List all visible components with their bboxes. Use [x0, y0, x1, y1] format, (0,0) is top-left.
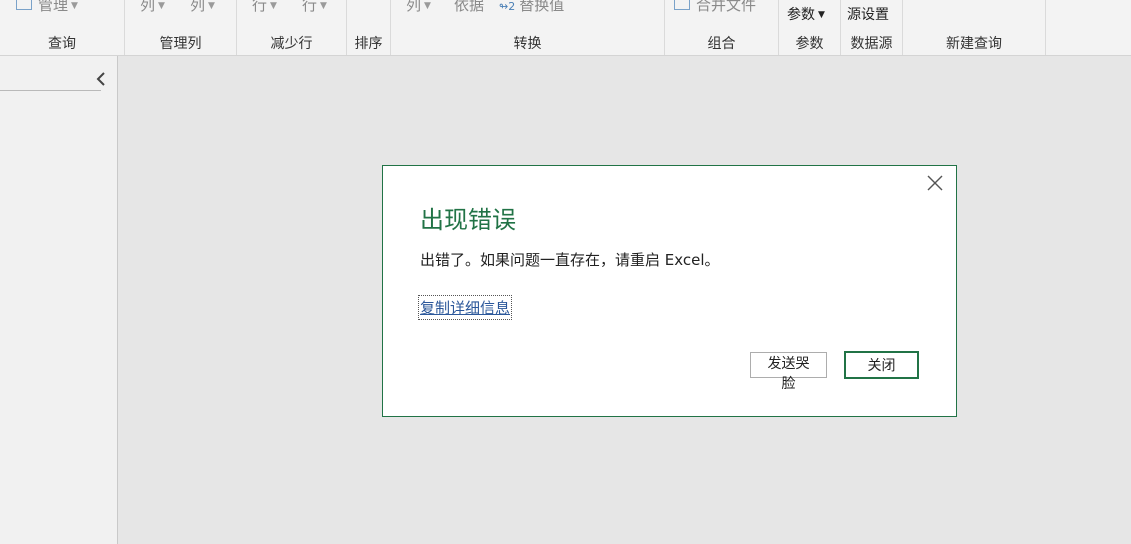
queries-pane-divider [0, 90, 101, 91]
ribbon-group-combine: 合并文件 组合 [665, 0, 779, 55]
close-button[interactable]: 关闭 [844, 351, 919, 379]
table-icon [16, 0, 32, 10]
choose-columns-button[interactable]: 列 ▼ [140, 0, 165, 15]
group-by-button[interactable]: 依据 [454, 0, 484, 15]
remove-columns-button[interactable]: 列 ▼ [190, 0, 215, 15]
dialog-message: 出错了。如果问题一直存在，请重启 Excel。 [420, 251, 720, 269]
combine-files-button[interactable]: 合并文件 [674, 0, 756, 15]
send-frown-button[interactable]: 发送哭脸 [750, 352, 827, 392]
group-title-data-sources: 数据源 [850, 36, 893, 52]
split-column-button[interactable]: 列 ▼ [406, 0, 431, 15]
group-title-reduce-rows: 减少行 [270, 36, 313, 52]
ribbon-group-parameters: 参数 ▼ 参数 [779, 0, 841, 55]
keep-rows-button[interactable]: 行 ▼ [252, 0, 277, 15]
ribbon-group-new-query: 新建查询 [903, 0, 1046, 55]
replace-values-button[interactable]: ↬2 替换值 [499, 0, 564, 15]
dialog-title: 出现错误 [420, 206, 516, 234]
ribbon-group-data-sources: 源设置 数据源 [841, 0, 903, 55]
chevron-down-icon: ▼ [208, 1, 215, 11]
group-title-combine: 组合 [707, 36, 736, 52]
group-title-parameters: 参数 [795, 36, 824, 52]
manage-button[interactable]: 管理 ▼ [16, 0, 78, 15]
group-title-transform: 转换 [513, 36, 542, 52]
chevron-left-icon [96, 72, 105, 86]
remove-rows-button[interactable]: 行 ▼ [302, 0, 327, 15]
group-title-query: 查询 [48, 36, 76, 52]
group-title-sort: 排序 [354, 36, 383, 52]
close-icon [927, 175, 943, 191]
error-dialog: 出现错误 出错了。如果问题一直存在，请重启 Excel。 复制详细信息 发送哭脸… [382, 165, 957, 417]
collapse-pane-button[interactable] [92, 68, 110, 90]
chevron-down-icon: ▼ [270, 1, 277, 11]
chevron-down-icon: ▼ [424, 1, 431, 11]
group-title-new-query: 新建查询 [946, 36, 1002, 52]
combine-files-icon [674, 0, 690, 10]
manage-parameters-button[interactable]: 参数 ▼ [787, 4, 825, 24]
ribbon-group-reduce-rows: 行 ▼ 行 ▼ 减少行 [237, 0, 347, 55]
group-title-manage-columns: 管理列 [159, 36, 202, 52]
copy-details-link[interactable]: 复制详细信息 [417, 295, 513, 320]
replace-values-icon: ↬2 [499, 0, 516, 13]
ribbon-group-transform: 列 ▼ 依据 ↬2 替换值 转换 [391, 0, 665, 55]
chevron-down-icon: ▼ [158, 1, 165, 11]
chevron-down-icon: ▼ [71, 1, 78, 11]
queries-pane [0, 56, 118, 544]
ribbon-group-manage-columns: 列 ▼ 列 ▼ 管理列 [125, 0, 237, 55]
dialog-close-button[interactable] [924, 172, 946, 194]
chevron-down-icon: ▼ [818, 10, 825, 20]
ribbon-group-sort: 排序 [347, 0, 391, 55]
chevron-down-icon: ▼ [320, 1, 327, 11]
ribbon: 管理 ▼ 查询 列 ▼ 列 ▼ 管理列 行 ▼ 行 ▼ 减少行 排序 列 ▼ 依据 ↬2 替换… [0, 0, 1131, 56]
ribbon-group-query: 管理 ▼ 查询 [0, 0, 125, 55]
data-source-settings-button[interactable]: 源设置 [847, 4, 889, 24]
